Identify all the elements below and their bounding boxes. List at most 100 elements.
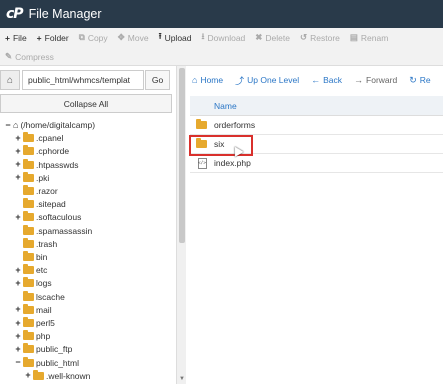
table-row[interactable]: orderforms bbox=[190, 116, 443, 135]
expand-icon[interactable]: + bbox=[14, 146, 22, 156]
button-label: Back bbox=[323, 75, 343, 85]
tree-item-label: lscache bbox=[36, 291, 65, 302]
button-label: Upload bbox=[164, 32, 192, 43]
expand-icon[interactable]: + bbox=[14, 265, 22, 275]
button-label: Copy bbox=[87, 32, 108, 43]
copy-button[interactable]: ⧉ Copy bbox=[74, 29, 113, 46]
folder-icon bbox=[23, 317, 34, 327]
expand-icon[interactable]: + bbox=[14, 305, 22, 314]
tree-item[interactable]: + perl5 bbox=[14, 316, 55, 330]
tree-item[interactable]: + logs bbox=[14, 276, 52, 290]
table-row[interactable]: </> index.php bbox=[190, 154, 443, 173]
directory-pane: ⌂ public_html/whmcs/templat Go Collapse … bbox=[0, 66, 176, 384]
folder-icon bbox=[23, 330, 34, 341]
tree-item-label: .sitepad bbox=[36, 199, 66, 210]
button-label: Re bbox=[419, 75, 431, 85]
tree-item[interactable]: .trash bbox=[14, 237, 57, 251]
folder-icon bbox=[23, 145, 34, 156]
folder-icon bbox=[33, 369, 44, 380]
folder-icon bbox=[23, 343, 34, 354]
expand-icon[interactable]: + bbox=[14, 331, 22, 341]
expand-icon[interactable]: + bbox=[24, 371, 32, 380]
folder-icon bbox=[23, 158, 34, 169]
cpanel-logo: cP bbox=[6, 6, 24, 22]
tree-item[interactable]: lscache bbox=[14, 290, 65, 304]
tree-item[interactable]: .sitepad bbox=[14, 197, 66, 211]
scroll-down-icon[interactable]: ▼ bbox=[179, 376, 185, 382]
tree-item[interactable]: + .cpanel bbox=[14, 131, 63, 145]
home-icon[interactable]: ⌂ bbox=[0, 70, 20, 90]
path-bar: ⌂ public_html/whmcs/templat Go bbox=[0, 70, 172, 90]
file-button[interactable]: + File bbox=[0, 29, 32, 46]
expand-icon[interactable]: + bbox=[14, 344, 22, 354]
tree-item[interactable]: + .pki bbox=[14, 171, 49, 185]
tree-item[interactable]: + etc bbox=[14, 263, 47, 277]
tree-item-label: logs bbox=[36, 278, 52, 289]
compress-icon: ✎ bbox=[5, 51, 13, 61]
tree-item-label: .cphorde bbox=[36, 146, 70, 157]
folder-icon bbox=[23, 171, 34, 182]
compress-button[interactable]: ✎ Compress bbox=[0, 48, 59, 65]
folder-button[interactable]: + Folder bbox=[32, 29, 74, 46]
move-button[interactable]: ✥ Move bbox=[113, 29, 154, 46]
tree-item-label: .cpanel bbox=[36, 133, 64, 144]
tree-item[interactable]: + mail bbox=[14, 303, 52, 317]
toolbar-row-2: ✎ Compress bbox=[0, 48, 59, 65]
tree-item-label: etc bbox=[36, 265, 48, 276]
restore-button[interactable]: ↺ Restore bbox=[295, 29, 345, 46]
directory-tree: − ⌂ (/home/digitalcamp) + .cpanel + .cphorde +.… bbox=[0, 118, 172, 384]
button-label: File bbox=[12, 32, 27, 43]
tree-item[interactable]: .razor bbox=[14, 184, 58, 198]
expand-icon[interactable]: + bbox=[14, 133, 22, 143]
tree-item[interactable]: + public_ftp bbox=[14, 342, 72, 356]
tree-item[interactable]: + .cphorde bbox=[14, 144, 69, 158]
collapse-icon[interactable]: − bbox=[4, 120, 12, 130]
upload-button[interactable]: ⭱ Upload bbox=[154, 29, 197, 46]
tree-item-label: public_ftp bbox=[36, 344, 73, 355]
tree-item[interactable]: + .softaculous bbox=[14, 210, 81, 224]
level-up-icon: ⤴ bbox=[235, 75, 245, 86]
vertical-scrollbar[interactable]: ▼ bbox=[176, 66, 186, 384]
tree-item-label: bin bbox=[36, 252, 48, 262]
copy-icon: ⧉ bbox=[78, 32, 85, 42]
file-name: orderforms bbox=[214, 120, 256, 130]
folder-icon bbox=[23, 303, 34, 314]
button-label: Compress bbox=[15, 51, 54, 62]
collapse-all-button[interactable]: Collapse All bbox=[0, 94, 172, 113]
path-input[interactable]: public_html/whmcs/templat bbox=[22, 70, 144, 90]
go-button[interactable]: Go bbox=[145, 70, 170, 90]
tree-item[interactable]: + php bbox=[14, 329, 50, 343]
collapse-icon[interactable]: − bbox=[14, 358, 22, 367]
expand-icon[interactable]: + bbox=[14, 173, 22, 182]
table-row[interactable]: six bbox=[190, 135, 443, 154]
forward-button[interactable]: → Forward bbox=[348, 70, 403, 90]
tree-item[interactable]: + .htpasswds bbox=[14, 158, 79, 172]
icon-cell: </> bbox=[190, 157, 214, 169]
tree-item[interactable]: bin bbox=[14, 250, 47, 264]
tree-item[interactable]: + .well-known bbox=[24, 369, 90, 383]
home-button[interactable]: ⌂ Home bbox=[186, 70, 229, 90]
expand-icon[interactable]: + bbox=[14, 278, 22, 288]
renam-button[interactable]: ▤ Renam bbox=[345, 29, 393, 46]
plus-icon: + bbox=[36, 32, 42, 43]
navigation-bar: ⌂ Home ⤴ Up One Level ← Back → Forward ↻ Re bbox=[186, 70, 443, 90]
expand-icon[interactable]: + bbox=[14, 318, 22, 328]
restore-icon: ↺ bbox=[300, 32, 308, 42]
re-button[interactable]: ↻ Re bbox=[403, 70, 436, 90]
tree-item[interactable]: − ⌂ (/home/digitalcamp) bbox=[4, 118, 95, 132]
tree-item[interactable]: − public_html bbox=[14, 356, 79, 370]
button-label: Forward bbox=[366, 75, 398, 85]
back-button[interactable]: ← Back bbox=[305, 70, 348, 90]
tree-item[interactable]: .spamassassin bbox=[14, 224, 92, 238]
download-button[interactable]: ⭳ Download bbox=[197, 29, 251, 46]
button-label: Delete bbox=[265, 32, 290, 43]
home-icon: ⌂ bbox=[192, 75, 198, 85]
delete-button[interactable]: ✖ Delete bbox=[250, 29, 295, 46]
expand-icon[interactable]: + bbox=[14, 212, 22, 222]
column-name-header[interactable]: Name bbox=[214, 101, 237, 111]
scrollbar-thumb[interactable] bbox=[179, 68, 185, 243]
folder-icon bbox=[23, 251, 34, 261]
tree-item-label: .htpasswds bbox=[36, 159, 79, 170]
expand-icon[interactable]: + bbox=[14, 160, 22, 169]
up-one-level-button[interactable]: ⤴ Up One Level bbox=[229, 70, 305, 90]
